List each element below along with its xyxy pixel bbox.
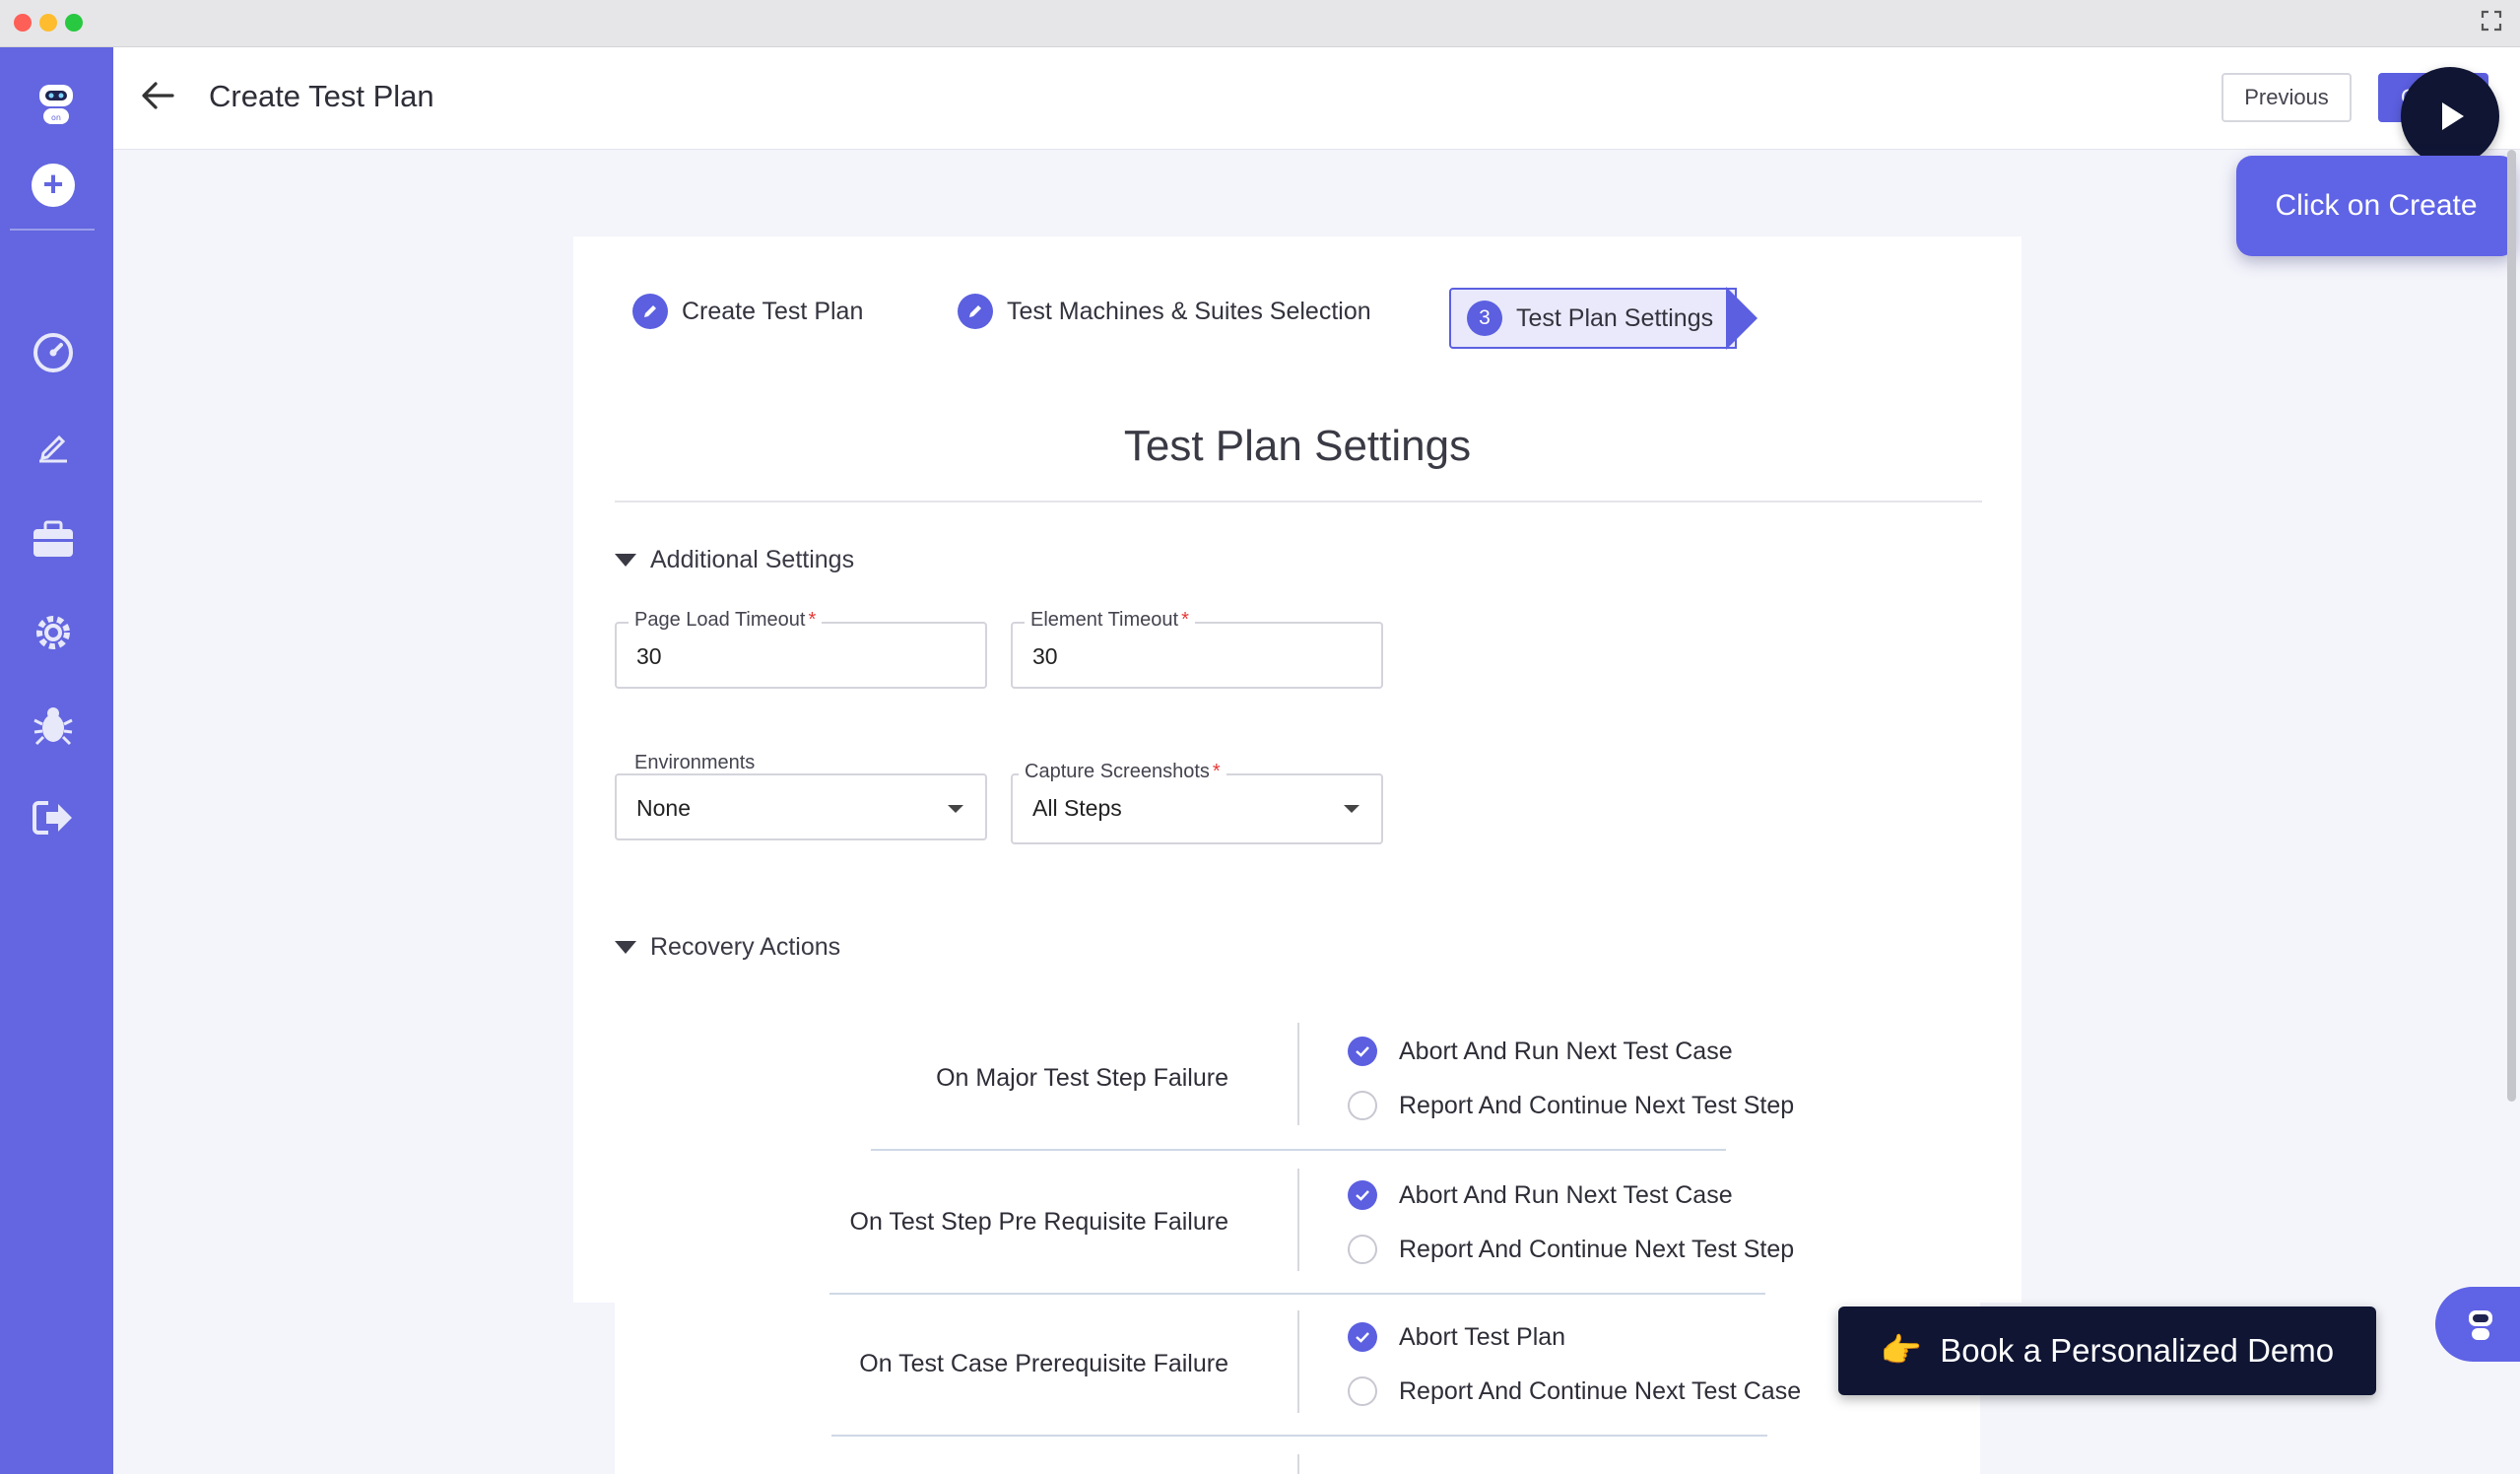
- element-timeout-value: 30: [1032, 643, 1058, 669]
- recovery-divider: [1297, 1169, 1299, 1271]
- capture-screenshots-select[interactable]: Capture Screenshots * All Steps: [1011, 761, 1383, 844]
- recovery-group-label: On Test Step Pre Requisite Failure: [849, 1208, 1228, 1236]
- radio-empty-icon: [1348, 1091, 1377, 1120]
- minimize-window-button[interactable]: [39, 14, 57, 32]
- option-label: Abort And Run Next Test Case: [1399, 1180, 1733, 1209]
- recovery-option[interactable]: Abort Test Plan: [1348, 1322, 1565, 1352]
- page-title: Create Test Plan: [209, 79, 434, 113]
- check-icon: [1348, 1037, 1377, 1066]
- step-label: Create Test Plan: [682, 297, 864, 325]
- recovery-option[interactable]: Report And Continue Next Test Case: [1348, 1376, 1801, 1406]
- close-window-button[interactable]: [14, 14, 32, 32]
- recovery-group-label: On Major Test Step Failure: [936, 1064, 1228, 1092]
- top-header: Create Test Plan Previous Create: [113, 47, 2520, 150]
- vertical-scrollbar[interactable]: [2507, 150, 2516, 1102]
- option-label: Abort And Run Next Test Case: [1399, 1037, 1733, 1065]
- recovery-option[interactable]: Report And Continue Next Test Step: [1348, 1091, 1794, 1120]
- logout-icon[interactable]: [28, 792, 79, 843]
- settings-card-lower: On Test Case Prerequisite Failure Abort …: [615, 1303, 1980, 1474]
- pencil-icon: [632, 294, 668, 329]
- settings-card: Create Test Plan Test Machines & Suites …: [573, 236, 2022, 1303]
- back-arrow-icon[interactable]: [133, 71, 182, 120]
- step-create-test-plan[interactable]: Create Test Plan: [632, 294, 863, 329]
- step-label: Test Plan Settings: [1516, 303, 1714, 332]
- step-number: 3: [1467, 301, 1502, 336]
- recovery-row-divider: [831, 1435, 1767, 1437]
- svg-text:on: on: [51, 113, 61, 122]
- sidebar-divider: [10, 229, 95, 231]
- option-label: Report And Continue Next Test Step: [1399, 1091, 1795, 1119]
- page-load-timeout-value: 30: [636, 643, 662, 669]
- recovery-divider: [1297, 1023, 1299, 1125]
- recovery-option[interactable]: Abort And Run Next Test Case: [1348, 1037, 1733, 1066]
- recovery-row-divider: [871, 1149, 1726, 1151]
- recovery-option[interactable]: Abort And Run Next Test Case: [1348, 1180, 1733, 1210]
- dashboard-icon[interactable]: [28, 327, 79, 378]
- environments-select[interactable]: None: [615, 773, 987, 840]
- previous-button[interactable]: Previous: [2222, 73, 2352, 122]
- recovery-group-label: On Test Case Prerequisite Failure: [859, 1350, 1228, 1377]
- page-load-timeout-label: Page Load Timeout *: [629, 609, 823, 632]
- option-label: Report And Continue Next Test Step: [1399, 1235, 1795, 1263]
- step-arrow: [1726, 287, 1757, 350]
- settings-icon[interactable]: [28, 607, 79, 658]
- additional-settings-title: Additional Settings: [650, 546, 855, 573]
- chat-bot-button[interactable]: [2435, 1287, 2520, 1362]
- section-title: Test Plan Settings: [1123, 422, 1472, 470]
- window-titlebar: [0, 0, 2520, 47]
- sidebar: on +: [0, 47, 113, 1474]
- step-machines-suites[interactable]: Test Machines & Suites Selection: [958, 294, 1371, 329]
- step-label: Test Machines & Suites Selection: [1007, 297, 1371, 325]
- fullscreen-icon[interactable]: [2479, 10, 2504, 35]
- radio-empty-icon: [1348, 1235, 1377, 1264]
- recovery-actions-toggle[interactable]: Recovery Actions: [615, 933, 840, 962]
- divider: [615, 501, 1982, 502]
- robot-chat-icon: [2469, 1310, 2492, 1340]
- option-label: Abort Test Plan: [1399, 1322, 1566, 1351]
- step-test-plan-settings[interactable]: 3 Test Plan Settings: [1449, 288, 1737, 349]
- pencil-icon: [958, 294, 993, 329]
- page-load-timeout-field[interactable]: Page Load Timeout * 30: [615, 609, 987, 689]
- chevron-down-icon: [948, 805, 963, 813]
- chevron-down-icon: [1344, 805, 1359, 813]
- maximize-window-button[interactable]: [65, 14, 83, 32]
- recovery-row-divider: [829, 1293, 1765, 1295]
- additional-settings-toggle[interactable]: Additional Settings: [615, 546, 854, 574]
- book-demo-label: Book a Personalized Demo: [1940, 1332, 2335, 1369]
- environments-label: Environments: [634, 752, 756, 773]
- recovery-actions-title: Recovery Actions: [650, 933, 841, 961]
- guide-tooltip: Click on Create: [2236, 156, 2516, 256]
- caret-down-icon: [615, 554, 636, 567]
- book-demo-button[interactable]: 👉 Book a Personalized Demo: [1838, 1306, 2376, 1395]
- recovery-divider: [1297, 1310, 1299, 1413]
- radio-empty-icon: [1348, 1376, 1377, 1406]
- bug-icon[interactable]: [28, 700, 79, 751]
- check-icon: [1348, 1322, 1377, 1352]
- robot-logo-icon[interactable]: on: [28, 75, 85, 132]
- edit-icon[interactable]: [28, 420, 79, 471]
- capture-screenshots-value: All Steps: [1032, 795, 1122, 821]
- element-timeout-label: Element Timeout *: [1025, 609, 1195, 632]
- add-icon[interactable]: +: [32, 164, 75, 207]
- capture-screenshots-label: Capture Screenshots *: [1019, 761, 1227, 783]
- recovery-option[interactable]: Report And Continue Next Test Step: [1348, 1235, 1794, 1264]
- option-label: Report And Continue Next Test Case: [1399, 1376, 1802, 1405]
- pointing-hand-icon: 👉: [1880, 1332, 1923, 1370]
- play-guide-button[interactable]: [2401, 67, 2499, 166]
- check-icon: [1348, 1180, 1377, 1210]
- play-icon: [2442, 102, 2464, 130]
- element-timeout-field[interactable]: Element Timeout * 30: [1011, 609, 1383, 689]
- environments-value: None: [636, 795, 691, 821]
- caret-down-icon: [615, 941, 636, 954]
- briefcase-icon[interactable]: [28, 514, 79, 566]
- recovery-divider: [1297, 1454, 1299, 1474]
